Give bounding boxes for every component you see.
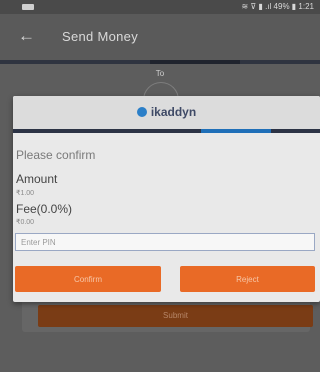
dialog-header: ikaddyn [13, 96, 320, 129]
dialog-header-stripe [13, 129, 320, 133]
reject-button[interactable]: Reject [180, 266, 315, 292]
pin-input[interactable] [15, 233, 315, 251]
status-text: ≋ ⊽ ▮ .ıl 49% ▮ 1:21 [241, 2, 314, 11]
recipient-to-label: To [155, 69, 165, 78]
app-bar-divider [0, 60, 320, 64]
fee-label: Fee(0.0%) [16, 202, 73, 216]
amount-value: ₹1.00 [16, 190, 35, 197]
submit-button[interactable]: Submit [38, 305, 313, 327]
fee-value: ₹0.00 [16, 219, 35, 226]
status-icons: ≋ ⊽ ▮ .ıl 49% ▮ 1:21 [241, 0, 314, 14]
notification-icon [22, 4, 34, 10]
back-arrow-icon[interactable]: ← [18, 26, 35, 46]
brand-logo: ikaddyn [13, 105, 320, 119]
page-title: Send Money [62, 29, 138, 44]
confirm-button[interactable]: Confirm [15, 266, 161, 292]
brand-logo-icon [136, 107, 147, 117]
brand-name: ikaddyn [150, 105, 197, 119]
dialog-title: Please confirm [16, 148, 96, 162]
app-bar: ← Send Money [0, 14, 320, 60]
amount-label: Amount [16, 172, 58, 186]
dialog-stripe-accent [201, 129, 271, 133]
status-bar: ≋ ⊽ ▮ .ıl 49% ▮ 1:21 [0, 0, 320, 14]
confirm-dialog: ikaddyn Please confirm Amount ₹1.00 Fee(… [13, 96, 320, 302]
divider-accent [150, 60, 240, 64]
